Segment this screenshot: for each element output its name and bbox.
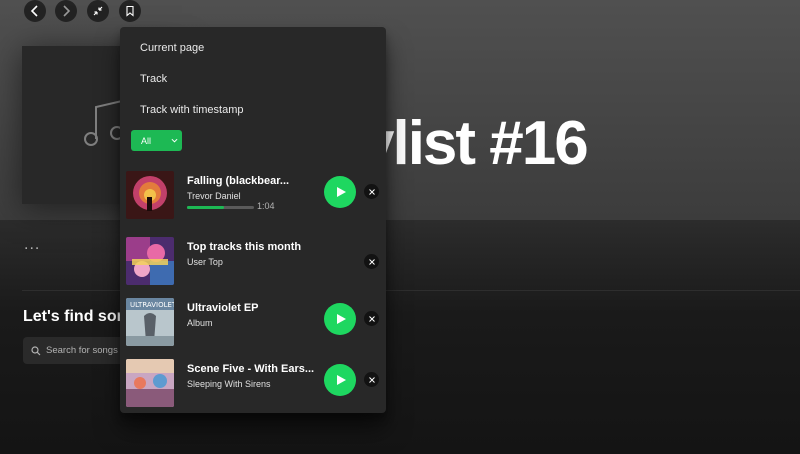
item-subtitle: User Top [187, 257, 223, 267]
chevron-left-icon [30, 5, 38, 17]
item-title: Falling (blackbear... [187, 175, 290, 187]
close-icon [368, 188, 375, 195]
list-item[interactable]: Falling (blackbear... Trevor Daniel 1:04 [126, 171, 380, 221]
progress-bar [187, 206, 254, 209]
remove-button[interactable] [364, 184, 379, 199]
item-title: Ultraviolet EP [187, 302, 259, 314]
remove-button[interactable] [364, 372, 379, 387]
playlist-thumbnail [126, 237, 174, 285]
menu-item-track[interactable]: Track [140, 73, 167, 85]
item-title: Top tracks this month [187, 241, 302, 253]
search-input[interactable]: Search for songs o [23, 337, 133, 364]
share-dropdown-menu: Current page Track Track with timestamp … [120, 27, 386, 413]
filter-selected-value: All [141, 135, 152, 146]
chevron-down-icon [171, 138, 178, 143]
play-icon [337, 314, 346, 324]
item-subtitle: Trevor Daniel [187, 191, 241, 201]
progress-fill [187, 206, 224, 209]
item-subtitle: Album [187, 318, 213, 328]
forward-button[interactable] [55, 0, 77, 22]
play-button[interactable] [324, 176, 356, 208]
menu-item-track-with-timestamp[interactable]: Track with timestamp [140, 104, 244, 116]
item-subtitle: Sleeping With Sirens [187, 379, 271, 389]
progress-time: 1:04 [257, 201, 275, 211]
play-icon [337, 375, 346, 385]
collapse-icon [93, 6, 103, 16]
search-placeholder: Search for songs o [46, 345, 126, 356]
play-icon [337, 187, 346, 197]
svg-text:ULTRAVIOLET: ULTRAVIOLET [130, 301, 174, 309]
more-options-button[interactable]: ... [24, 236, 40, 254]
remove-button[interactable] [364, 254, 379, 269]
list-item[interactable]: ULTRAVIOLET Ultraviolet EP Album [126, 298, 380, 348]
filter-dropdown[interactable]: All [131, 130, 182, 151]
close-icon [368, 315, 375, 322]
close-icon [368, 258, 375, 265]
play-button[interactable] [324, 364, 356, 396]
playlist-title: ylist #16 [360, 109, 589, 178]
album-thumbnail: ULTRAVIOLET [126, 298, 174, 346]
search-icon [31, 345, 41, 355]
bookmark-button[interactable] [119, 0, 141, 22]
list-item[interactable]: Scene Five - With Ears... Sleeping With … [126, 359, 380, 409]
track-thumbnail [126, 359, 174, 407]
track-thumbnail [126, 171, 174, 219]
close-icon [368, 376, 375, 383]
chevron-right-icon [63, 5, 71, 17]
back-button[interactable] [24, 0, 46, 22]
menu-item-current-page[interactable]: Current page [140, 42, 204, 54]
item-title: Scene Five - With Ears... [187, 363, 315, 375]
collapse-button[interactable] [87, 0, 109, 22]
bookmark-icon [126, 5, 134, 17]
remove-button[interactable] [364, 311, 379, 326]
play-button[interactable] [324, 303, 356, 335]
list-item[interactable]: Top tracks this month User Top [126, 237, 380, 287]
